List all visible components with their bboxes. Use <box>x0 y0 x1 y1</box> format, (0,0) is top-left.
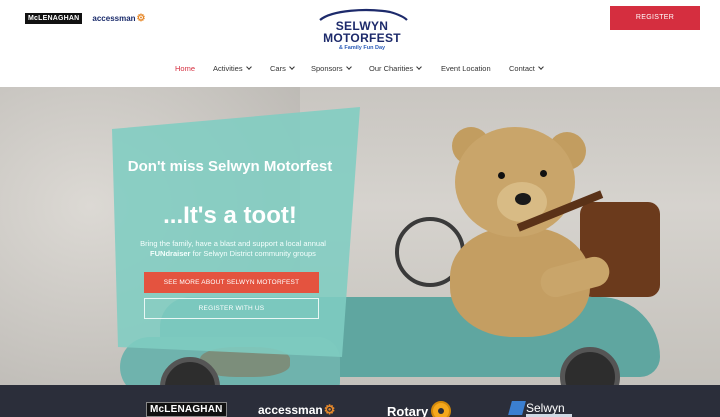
hero-title: Don't miss Selwyn Motorfest <box>127 158 333 175</box>
chevron-down-icon <box>416 64 423 70</box>
rotary-logo-text: Rotary <box>387 403 429 417</box>
nav-item-sponsors[interactable]: Sponsors <box>311 64 352 73</box>
mclenaghan-logo[interactable]: McLENAGHAN <box>25 13 83 24</box>
nav-item-label: Event Location <box>441 64 491 73</box>
hero-tagline: ...It's a toot! <box>163 202 297 229</box>
accessman-logo[interactable]: accessman ⚙ <box>92 13 145 24</box>
nav-item-activities[interactable]: Activities <box>213 64 252 73</box>
chevron-down-icon <box>245 64 252 70</box>
nav-item-label: Cars <box>270 64 286 73</box>
site-logo[interactable]: SELWYN MOTORFEST & Family Fun Day <box>312 8 412 56</box>
hero-description: Bring the family, have a blast and suppo… <box>138 239 328 259</box>
hero-section: Don't miss Selwyn Motorfest ...It's a to… <box>0 87 720 385</box>
register-button[interactable]: REGISTER <box>610 6 700 30</box>
selwyn-logo[interactable]: Selwyn <box>508 399 574 417</box>
accessman-logo[interactable]: accessman ⚙ <box>258 402 335 417</box>
nav-item-label: Sponsors <box>311 64 343 73</box>
mclenaghan-logo[interactable]: McLENAGHAN <box>146 402 227 417</box>
logo-line-3: & Family Fun Day <box>338 45 386 51</box>
main-nav: Home Activities Cars Sponsors Our Charit… <box>0 64 720 78</box>
nav-item-event-location[interactable]: Event Location <box>441 64 491 73</box>
nav-item-label: Activities <box>213 64 243 73</box>
nav-item-home[interactable]: Home <box>175 64 195 73</box>
see-more-button[interactable]: SEE MORE ABOUT SELWYN MOTORFEST <box>144 272 319 293</box>
chevron-down-icon <box>345 64 352 70</box>
hero-promo-panel: Don't miss Selwyn Motorfest ...It's a to… <box>110 107 360 357</box>
accessman-logo-text: accessman <box>258 403 323 417</box>
header-sponsor-logos: McLENAGHAN accessman ⚙ <box>25 13 146 24</box>
teddy-nose <box>515 193 531 205</box>
logo-line-2: MOTORFEST <box>323 31 401 45</box>
rotary-logo[interactable]: Rotary <box>387 401 452 417</box>
nav-item-our-charities[interactable]: Our Charities <box>369 64 423 73</box>
selwyn-logo-text: Selwyn <box>526 401 565 415</box>
hero-description-highlight: FUNdraiser <box>150 249 191 258</box>
rotary-wheel-icon <box>431 401 452 417</box>
teddy-eye <box>498 172 505 179</box>
hero-description-suffix: for Selwyn District community groups <box>190 249 316 258</box>
accessman-logo-text: accessman <box>92 14 136 23</box>
sponsor-strip: McLENAGHAN accessman ⚙ Rotary Selwyn <box>0 385 720 417</box>
site-header: McLENAGHAN accessman ⚙ SELWYN MOTORFEST … <box>0 0 720 87</box>
register-with-us-button[interactable]: REGISTER WITH US <box>144 298 319 319</box>
nav-item-label: Contact <box>509 64 535 73</box>
teddy-eye <box>540 170 547 177</box>
selwyn-mark-icon <box>508 401 526 415</box>
person-icon: ⚙ <box>323 402 336 417</box>
hero-description-prefix: Bring the family, have a blast and suppo… <box>140 239 326 248</box>
nav-item-label: Our Charities <box>369 64 414 73</box>
panel-background-shape <box>112 107 360 357</box>
chevron-down-icon <box>289 64 295 70</box>
nav-item-cars[interactable]: Cars <box>270 64 295 73</box>
nav-item-label: Home <box>175 64 196 73</box>
person-icon: ⚙ <box>136 13 146 24</box>
nav-item-contact[interactable]: Contact <box>509 64 544 73</box>
chevron-down-icon <box>538 64 544 70</box>
